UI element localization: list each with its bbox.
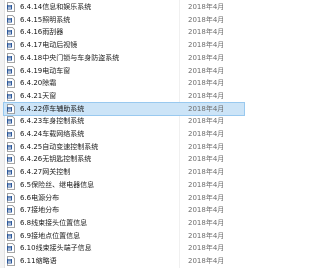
file-date: 2018年4月 <box>188 15 225 24</box>
file-name: 6.4.15照明系统 <box>20 15 71 24</box>
file-row[interactable]: 6.5保险丝、继电器信息 2018年4月 <box>4 179 244 191</box>
file-date: 2018年4月 <box>188 91 225 100</box>
file-name: 6.5保险丝、继电器信息 <box>20 180 95 189</box>
file-row[interactable]: 6.8线束接头位置信息 2018年4月 <box>4 217 244 229</box>
file-name: 6.9接地点位置信息 <box>20 231 81 240</box>
word-document-icon <box>7 167 15 177</box>
file-row[interactable]: 6.4.19电动车窗 2018年4月 <box>4 65 244 77</box>
file-date: 2018年4月 <box>188 66 225 75</box>
file-row[interactable]: 6.4.21天窗 2018年4月 <box>4 90 244 102</box>
file-row[interactable]: 6.4.20除霜 2018年4月 <box>4 77 244 89</box>
file-name: 6.10线束接头端子信息 <box>20 244 92 253</box>
file-row[interactable]: 6.4.25自动变速控制系统 2018年4月 <box>4 141 244 153</box>
file-name: 6.4.21天窗 <box>20 91 57 100</box>
word-document-icon <box>7 2 15 12</box>
file-date: 2018年4月 <box>188 130 225 138</box>
word-document-icon <box>7 243 15 254</box>
file-name: 6.4.23车身控制系统 <box>20 117 85 126</box>
file-date: 2018年4月 <box>188 231 225 240</box>
word-document-icon <box>7 205 15 216</box>
word-document-icon <box>7 154 15 165</box>
word-document-icon <box>7 141 15 152</box>
word-document-icon <box>7 116 15 127</box>
file-name: 6.7接地分布 <box>20 206 60 215</box>
file-row[interactable]: 6.6电源分布 2018年4月 <box>4 192 244 204</box>
file-date: 2018年4月 <box>188 218 225 227</box>
word-document-icon <box>7 40 15 50</box>
word-document-icon <box>7 78 15 89</box>
file-row[interactable]: 6.7接地分布 2018年4月 <box>4 204 244 216</box>
file-date: 2018年4月 <box>188 180 225 189</box>
word-document-icon <box>7 52 15 63</box>
word-document-icon <box>7 65 15 76</box>
file-row[interactable]: 6.4.17电动后视镜 2018年4月 <box>4 39 244 51</box>
word-document-icon <box>7 192 15 203</box>
file-name: 6.6电源分布 <box>20 193 60 202</box>
file-list: 6.4.14信息和娱乐系统 2018年4月 6.4.15照明系统 2018年4月 6.4… <box>0 0 245 268</box>
file-name: 6.4.22停车辅助系统 <box>20 104 85 113</box>
file-date: 2018年4月 <box>188 142 225 151</box>
file-row[interactable]: 6.11缩略语 2018年4月 <box>4 255 244 267</box>
file-date: 2018年4月 <box>188 257 225 265</box>
file-date: 2018年4月 <box>188 53 225 62</box>
file-date: 2018年4月 <box>188 104 225 113</box>
word-document-icon <box>7 217 15 228</box>
file-date: 2018年4月 <box>188 28 225 37</box>
file-date: 2018年4月 <box>188 79 225 88</box>
file-date: 2018年4月 <box>188 193 225 202</box>
word-document-icon <box>7 129 15 139</box>
file-date: 2018年4月 <box>188 168 225 177</box>
word-document-icon <box>7 103 15 114</box>
word-document-icon <box>7 14 15 25</box>
file-name: 6.4.18中央门锁与车身防盗系统 <box>20 53 120 62</box>
word-document-icon <box>7 27 15 38</box>
file-row[interactable]: 6.4.16雨刮器 2018年4月 <box>4 26 244 38</box>
word-document-icon <box>7 230 15 241</box>
file-name: 6.4.25自动变速控制系统 <box>20 142 99 151</box>
file-name: 6.4.26无钥匙控制系统 <box>20 155 92 164</box>
word-document-icon <box>7 179 15 190</box>
file-name: 6.4.24车载网络系统 <box>20 130 85 138</box>
file-date: 2018年4月 <box>188 3 225 11</box>
file-row[interactable]: 6.4.14信息和娱乐系统 2018年4月 <box>4 1 244 13</box>
word-document-icon <box>7 90 15 101</box>
file-row[interactable]: 6.4.27网关控制 2018年4月 <box>4 166 244 178</box>
file-name: 6.4.14信息和娱乐系统 <box>20 3 92 11</box>
file-row[interactable]: 6.4.15照明系统 2018年4月 <box>4 14 244 26</box>
file-row[interactable]: 6.10线束接头端子信息 2018年4月 <box>4 242 244 254</box>
file-name: 6.4.17电动后视镜 <box>20 41 78 50</box>
file-row[interactable]: 6.4.18中央门锁与车身防盗系统 2018年4月 <box>4 52 244 64</box>
file-name: 6.4.16雨刮器 <box>20 28 64 37</box>
file-date: 2018年4月 <box>188 206 225 215</box>
file-name: 6.11缩略语 <box>20 257 57 265</box>
file-row[interactable]: 6.4.24车载网络系统 2018年4月 <box>4 128 244 140</box>
file-date: 2018年4月 <box>188 41 225 50</box>
file-row[interactable]: 6.9接地点位置信息 2018年4月 <box>4 230 244 242</box>
file-row[interactable]: 6.4.23车身控制系统 2018年4月 <box>4 115 244 127</box>
file-row[interactable]: 6.4.26无钥匙控制系统 2018年4月 <box>4 153 244 165</box>
file-name: 6.4.19电动车窗 <box>20 66 71 75</box>
word-document-icon <box>7 256 15 266</box>
file-date: 2018年4月 <box>188 244 225 253</box>
file-name: 6.4.27网关控制 <box>20 168 71 177</box>
file-row[interactable]: 6.4.22停车辅助系统 2018年4月 <box>3 101 245 116</box>
file-name: 6.8线束接头位置信息 <box>20 218 88 227</box>
file-name: 6.4.20除霜 <box>20 79 57 88</box>
file-date: 2018年4月 <box>188 117 225 126</box>
file-date: 2018年4月 <box>188 155 225 164</box>
